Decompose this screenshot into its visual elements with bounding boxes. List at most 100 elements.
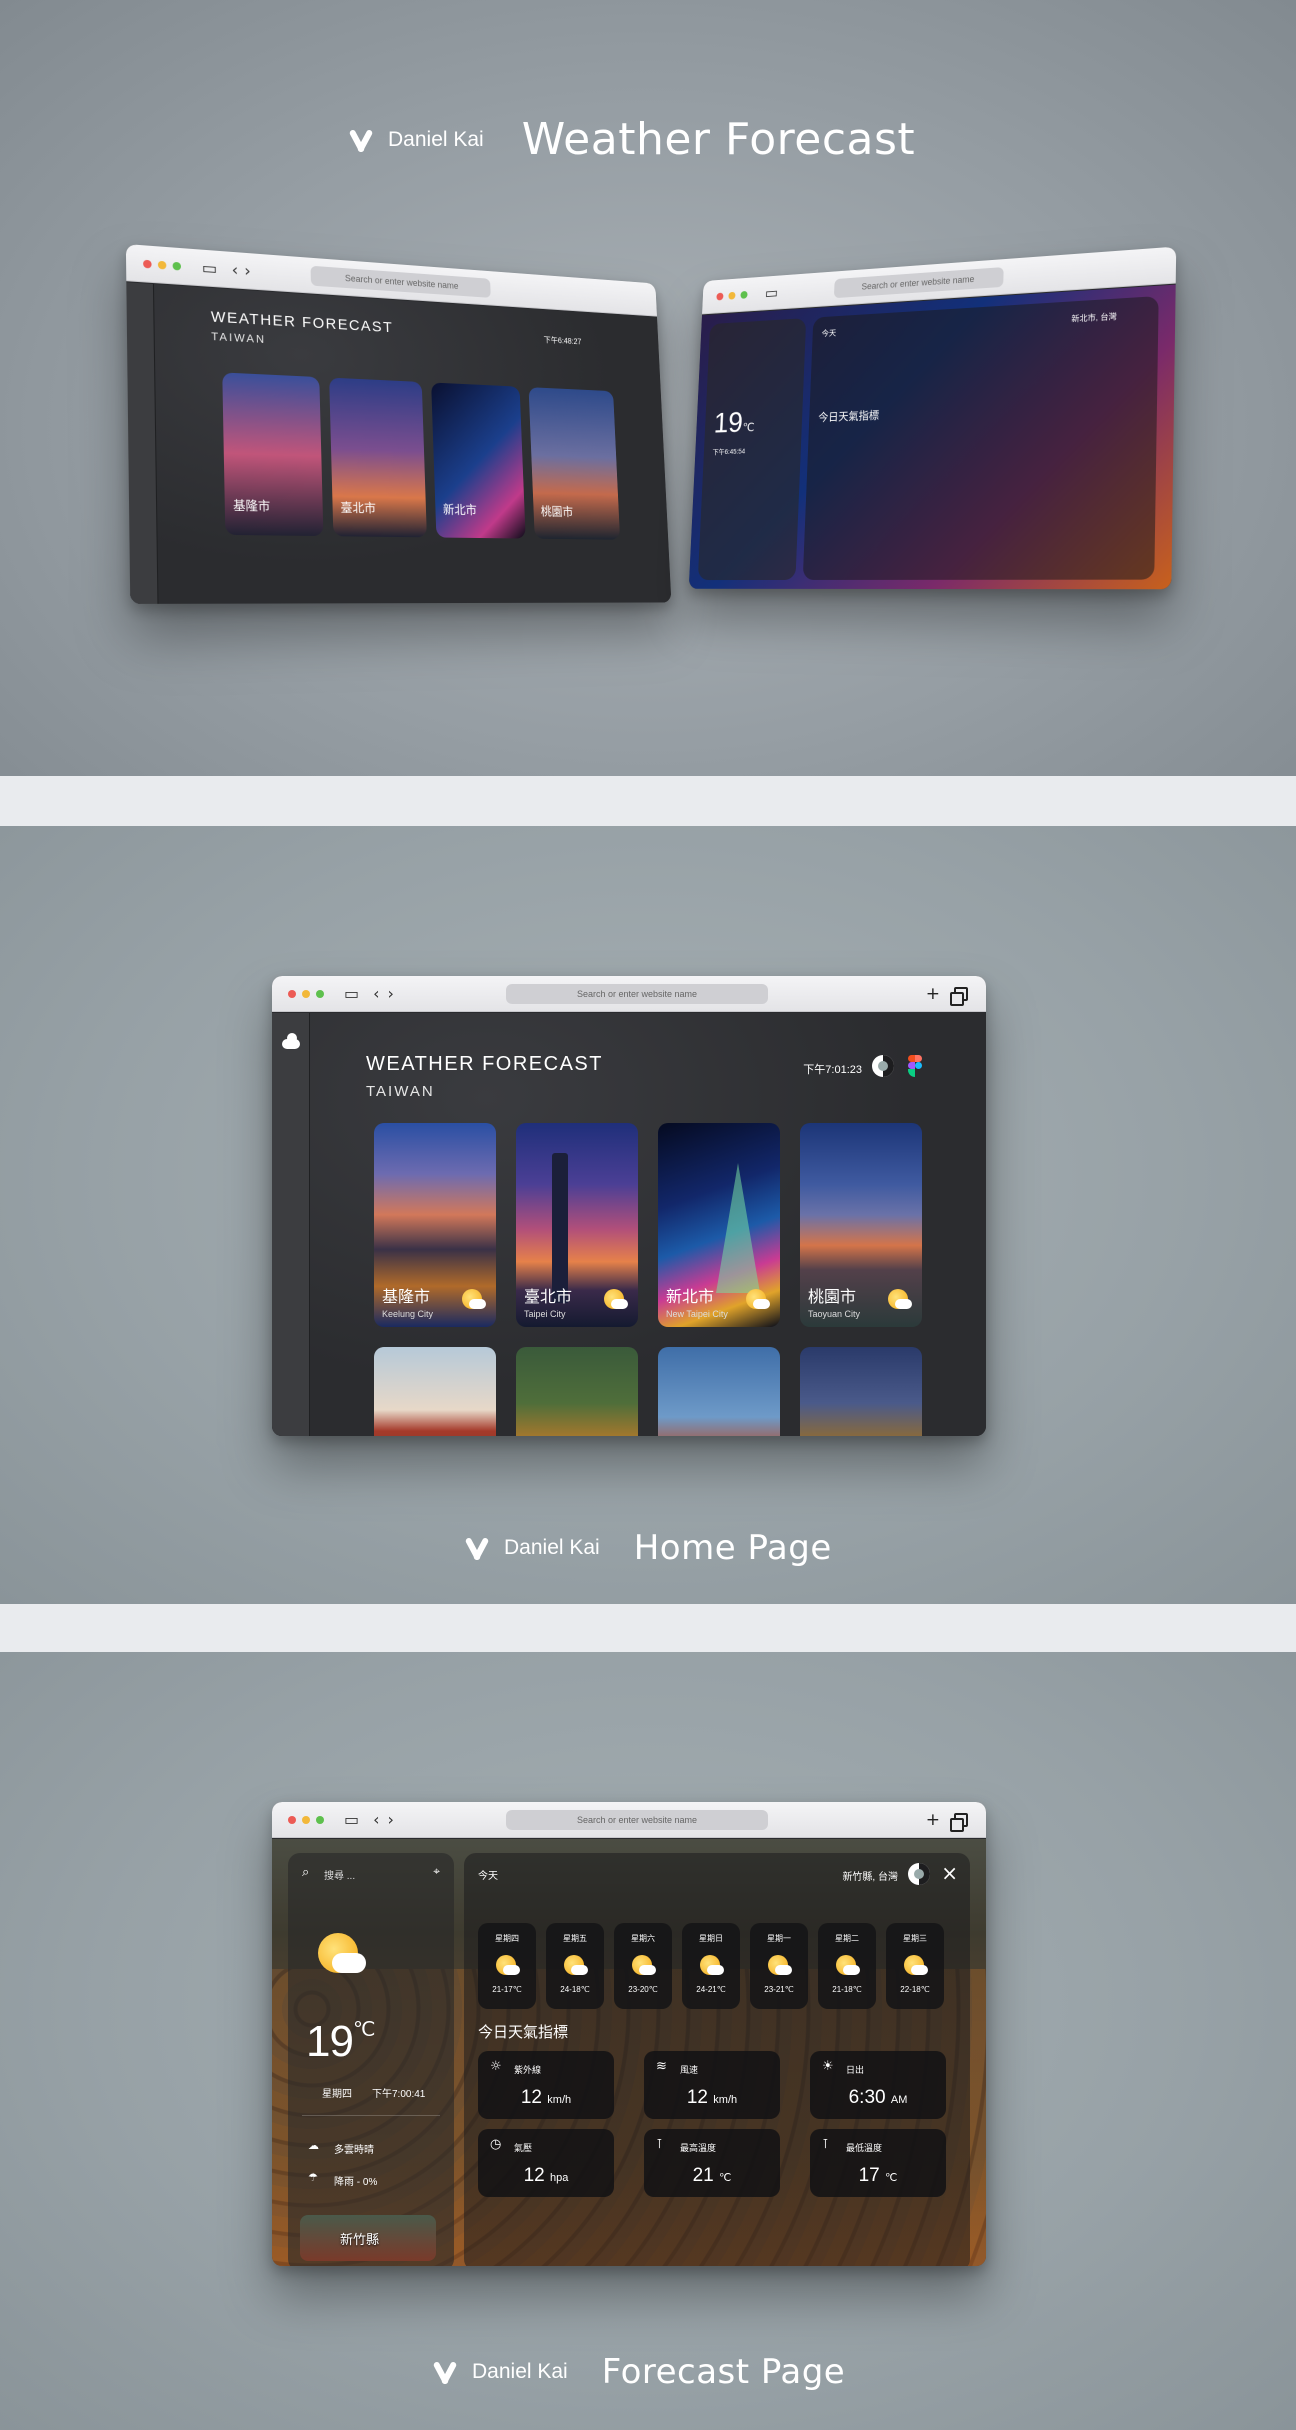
daniel-kai-logo-icon bbox=[464, 1535, 490, 1561]
new-tab-icon[interactable]: + bbox=[926, 984, 940, 1004]
forward-icon[interactable]: › bbox=[388, 1810, 394, 1829]
minimize-window-dot[interactable] bbox=[728, 291, 736, 300]
forecast-main: 今天 新北市, 台灣 今日天氣指標 bbox=[802, 295, 1159, 580]
close-window-dot[interactable] bbox=[288, 1815, 296, 1824]
clock: 下午6:48:27 bbox=[543, 335, 582, 347]
close-icon[interactable]: × bbox=[941, 1861, 958, 1885]
city-name: 基隆市 bbox=[382, 1289, 431, 1306]
forecast-sidebar: ⌕ 搜尋 ... ⌖ 19℃ 星期四 下午7:00:41 ☁ 多雲時晴 ☂ 降雨… bbox=[288, 1853, 454, 2266]
tilted-home-window: ▭ ‹ › Search or enter website name WEATH… bbox=[125, 243, 672, 604]
indicator-sunrise: ☀ 日出 6:30 AM bbox=[810, 2051, 946, 2119]
location-label: 新北市, 台灣 bbox=[1071, 311, 1117, 324]
indicator-pressure: ◷ 氣壓 12 hpa bbox=[478, 2129, 614, 2197]
forward-icon[interactable]: › bbox=[244, 261, 251, 281]
daniel-kai-logo-icon bbox=[348, 127, 374, 153]
city-name: 新北市 bbox=[666, 1289, 715, 1306]
today-tab[interactable]: 今天 bbox=[478, 1867, 498, 1882]
back-icon[interactable]: ‹ bbox=[373, 984, 379, 1003]
close-window-dot[interactable] bbox=[143, 259, 152, 268]
home-panel: ▭ ‹ › Search or enter website name + WEA… bbox=[0, 826, 1296, 1604]
search-input[interactable]: 搜尋 ... bbox=[324, 1867, 355, 1882]
city-card[interactable]: 臺北市 bbox=[329, 377, 427, 538]
zoom-window-dot[interactable] bbox=[316, 989, 324, 998]
close-window-dot[interactable] bbox=[288, 989, 296, 998]
back-icon[interactable]: ‹ bbox=[373, 1810, 379, 1829]
brand-header: Daniel Kai Weather Forecast bbox=[348, 114, 915, 165]
cloud-sun-icon: ☁ bbox=[308, 2139, 319, 2152]
zoom-window-dot[interactable] bbox=[740, 290, 748, 299]
zoom-window-dot[interactable] bbox=[172, 261, 182, 271]
cover-title: Weather Forecast bbox=[521, 114, 916, 165]
day-card[interactable]: 星期四 21-17℃ bbox=[478, 1923, 536, 2009]
city-card[interactable] bbox=[658, 1347, 780, 1436]
forecast-sidebar: 19℃ 下午6:45:54 bbox=[697, 318, 807, 581]
city-card-keelung[interactable]: 基隆市 Keelung City bbox=[374, 1123, 496, 1327]
day-card[interactable]: 星期三 22-18℃ bbox=[886, 1923, 944, 2009]
address-bar[interactable]: Search or enter website name bbox=[506, 984, 768, 1004]
city-card-taoyuan[interactable]: 桃園市 Taoyuan City bbox=[800, 1123, 922, 1327]
day-card[interactable]: 星期五 24-18℃ bbox=[546, 1923, 604, 2009]
city-en: New Taipei City bbox=[666, 1309, 728, 1319]
home-caption: Daniel Kai Home Page bbox=[464, 1528, 832, 1568]
city-card[interactable]: 基隆市 bbox=[222, 372, 324, 537]
wind-icon: ≋ bbox=[656, 2059, 667, 2074]
address-bar[interactable]: Search or enter website name bbox=[833, 267, 1004, 299]
side-rail bbox=[272, 1013, 310, 1436]
gauge-icon: ◷ bbox=[490, 2137, 502, 2152]
sidebar-toggle-icon[interactable]: ▭ bbox=[344, 1810, 359, 1829]
sidebar-toggle-icon[interactable]: ▭ bbox=[765, 283, 779, 302]
address-bar[interactable]: Search or enter website name bbox=[506, 1810, 768, 1830]
current-temp: 19℃ bbox=[306, 2017, 375, 2066]
city-card[interactable] bbox=[374, 1347, 496, 1436]
home-title: WEATHER FORECAST bbox=[366, 1053, 603, 1075]
minimize-window-dot[interactable] bbox=[302, 1815, 310, 1824]
thermometer-icon: ⊺ bbox=[656, 2137, 663, 2152]
theme-toggle-icon[interactable] bbox=[908, 1863, 930, 1885]
city-card-newtaipei[interactable]: 新北市 New Taipei City bbox=[658, 1123, 780, 1327]
daniel-kai-logo-icon bbox=[432, 2359, 458, 2385]
indicator-low: ⊺ 最低溫度 17 ℃ bbox=[810, 2129, 946, 2197]
sidebar-toggle-icon[interactable]: ▭ bbox=[344, 984, 359, 1003]
partly-cloudy-icon bbox=[630, 1953, 656, 1979]
current-time: 下午7:00:41 bbox=[372, 2089, 426, 2100]
partly-cloudy-icon bbox=[902, 1953, 928, 1979]
close-window-dot[interactable] bbox=[716, 292, 724, 301]
minimize-window-dot[interactable] bbox=[157, 260, 167, 270]
address-bar[interactable]: Search or enter website name bbox=[310, 265, 491, 298]
current-time: 下午6:45:54 bbox=[712, 448, 746, 457]
search-icon[interactable]: ⌕ bbox=[302, 1865, 309, 1880]
city-thumbnail[interactable]: 新竹縣 bbox=[300, 2215, 436, 2261]
day-card[interactable]: 星期二 21-18℃ bbox=[818, 1923, 876, 2009]
back-icon[interactable]: ‹ bbox=[231, 260, 238, 280]
city-card[interactable] bbox=[800, 1347, 922, 1436]
day-card[interactable]: 星期日 24-21℃ bbox=[682, 1923, 740, 2009]
zoom-window-dot[interactable] bbox=[316, 1815, 324, 1824]
minimize-window-dot[interactable] bbox=[302, 989, 310, 998]
day-card[interactable]: 星期一 23-21℃ bbox=[750, 1923, 808, 2009]
city-en: Taoyuan City bbox=[808, 1309, 861, 1319]
city-card[interactable] bbox=[516, 1347, 638, 1436]
partly-cloudy-icon bbox=[886, 1287, 912, 1313]
tabs-overview-icon[interactable] bbox=[950, 987, 968, 1006]
partly-cloudy-icon bbox=[698, 1953, 724, 1979]
clock: 下午7:01:23 bbox=[803, 1064, 862, 1076]
brand-name: Daniel Kai bbox=[388, 127, 484, 151]
city-card[interactable]: 新北市 bbox=[431, 382, 526, 539]
sidebar-toggle-icon[interactable]: ▭ bbox=[202, 258, 218, 278]
theme-toggle-icon[interactable] bbox=[872, 1055, 894, 1077]
city-card[interactable]: 桃園市 bbox=[528, 387, 621, 540]
city-card-taipei[interactable]: 臺北市 Taipei City bbox=[516, 1123, 638, 1327]
location-pin-icon[interactable]: ⌖ bbox=[433, 1864, 440, 1879]
condition-text: 多雲時晴 bbox=[334, 2145, 374, 2156]
indicator-wind: ≋ 風速 12 km/h bbox=[644, 2051, 780, 2119]
forecast-content: 19℃ 下午6:45:54 今天 新北市, 台灣 今日天氣指標 bbox=[688, 284, 1176, 590]
day-card[interactable]: 星期六 23-20℃ bbox=[614, 1923, 672, 2009]
new-tab-icon[interactable]: + bbox=[926, 1810, 940, 1830]
side-rail bbox=[126, 282, 159, 604]
partly-cloudy-icon bbox=[744, 1287, 770, 1313]
tabs-overview-icon[interactable] bbox=[950, 1813, 968, 1832]
partly-cloudy-icon bbox=[602, 1287, 628, 1313]
figma-icon[interactable] bbox=[908, 1055, 922, 1077]
forward-icon[interactable]: › bbox=[388, 984, 394, 1003]
sun-icon: ☼ bbox=[490, 2059, 502, 2074]
